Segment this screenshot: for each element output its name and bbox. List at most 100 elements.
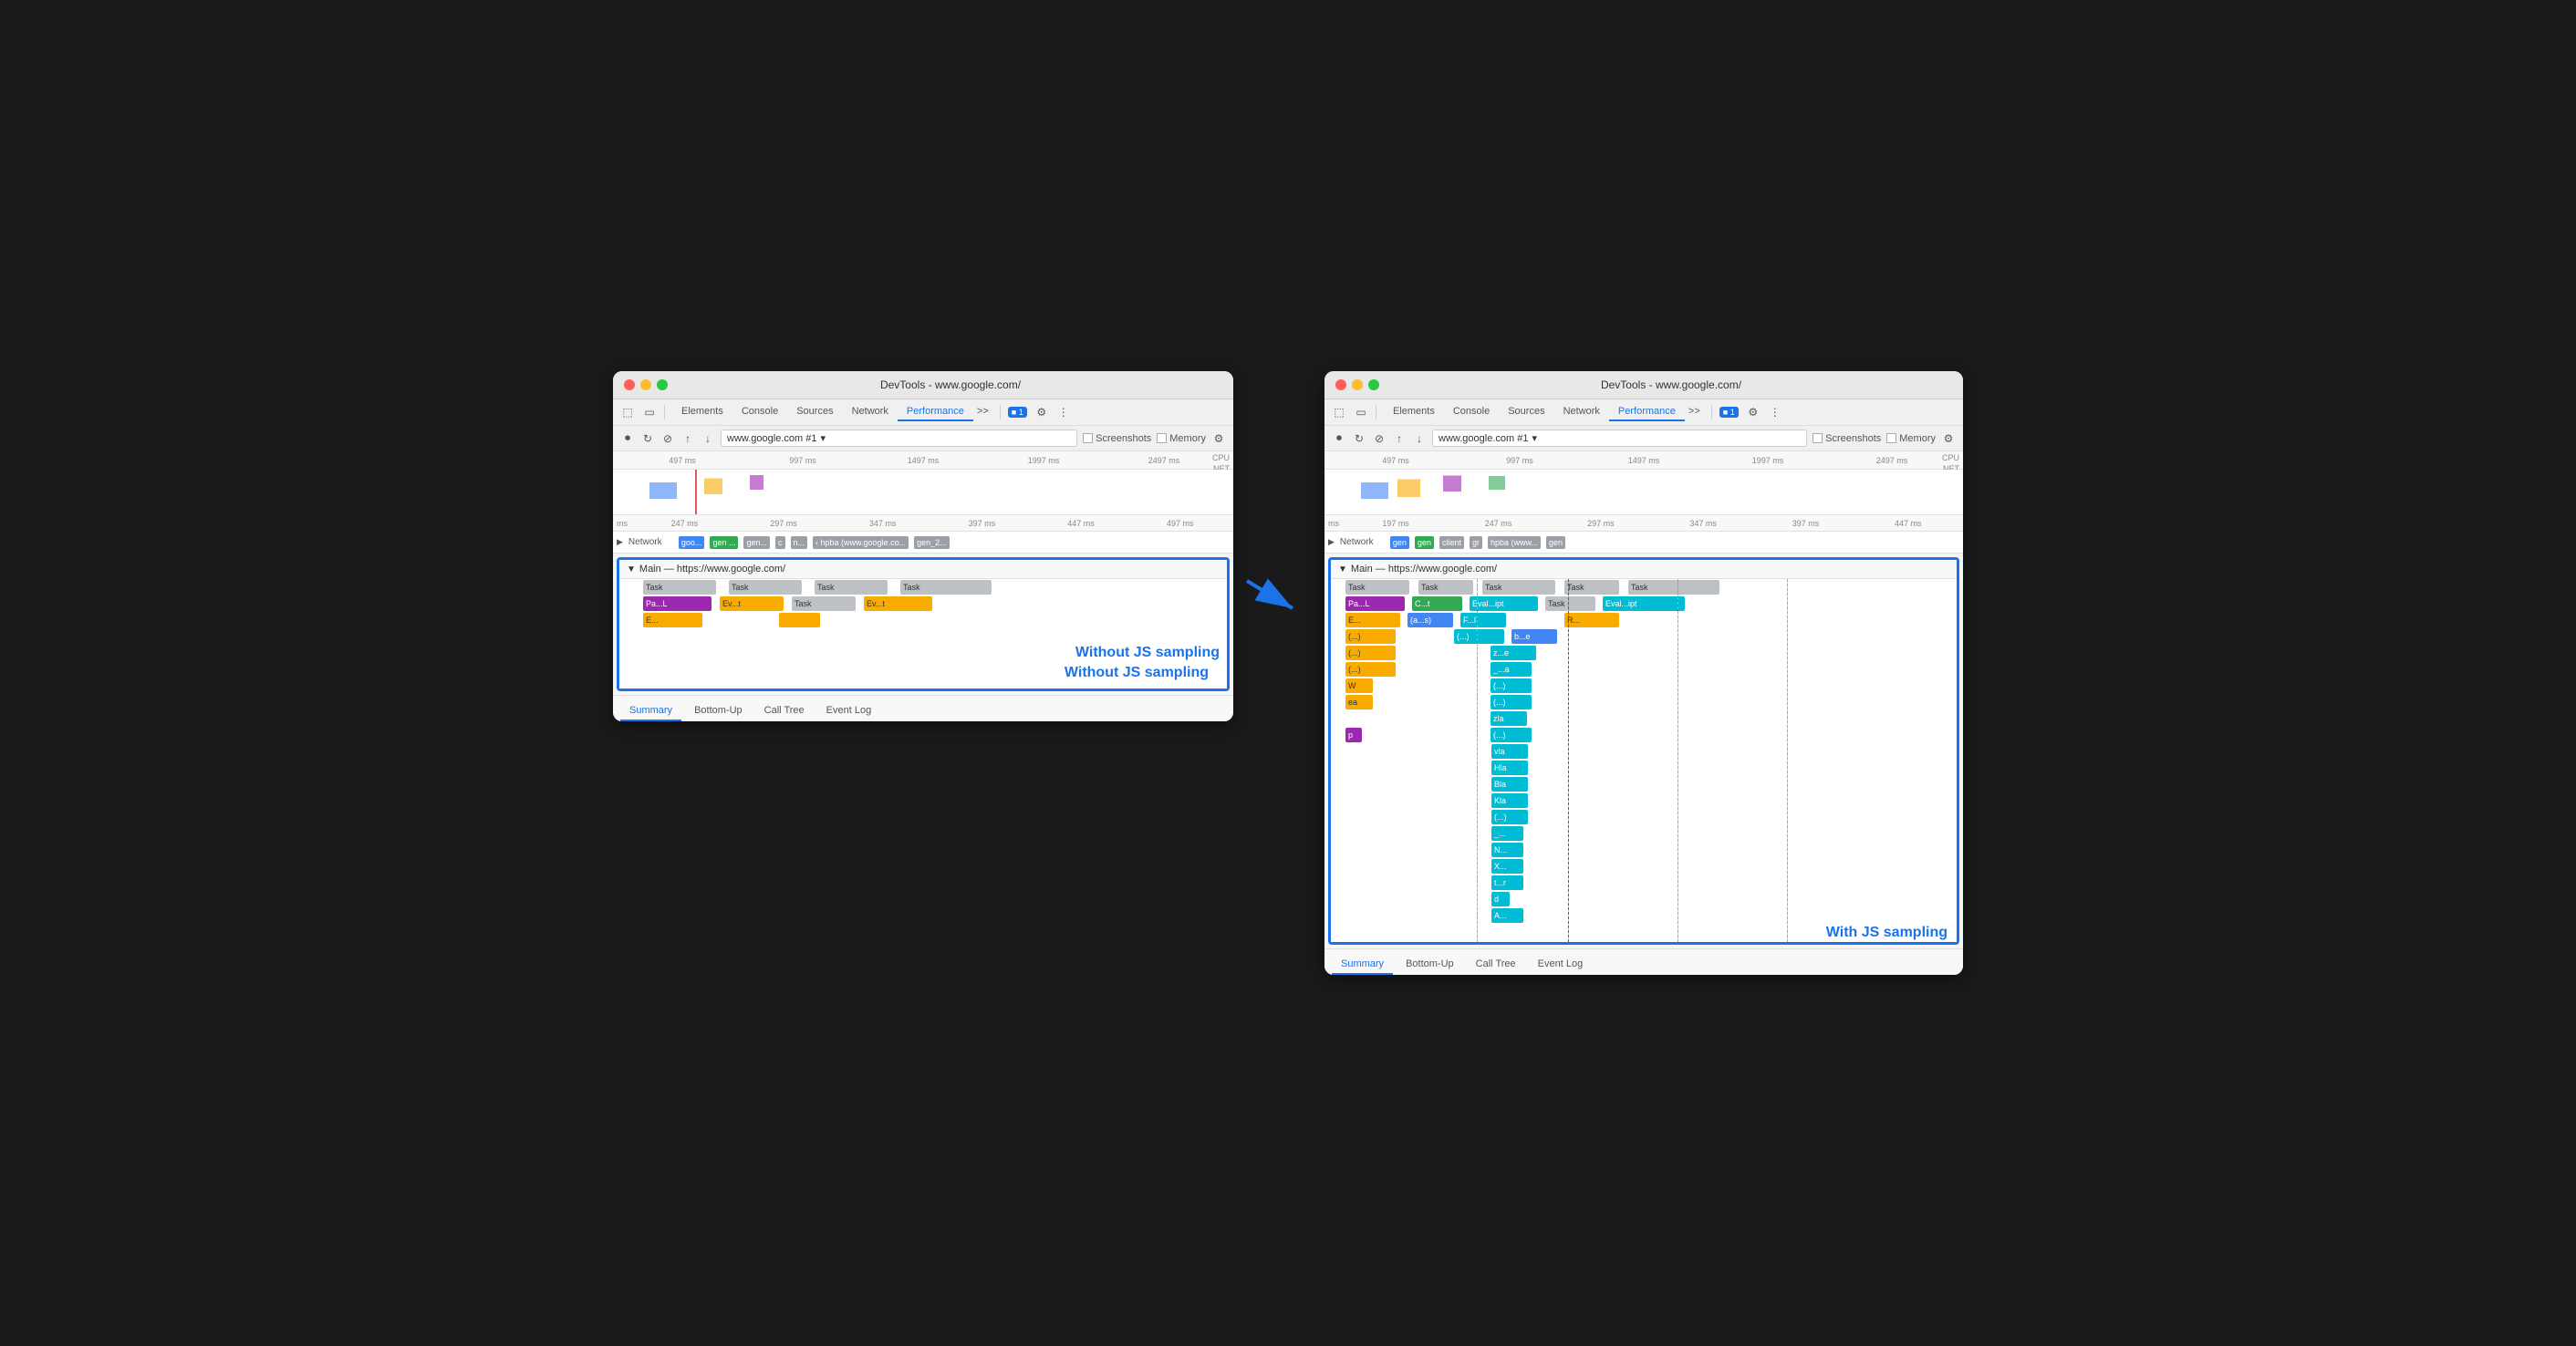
ruler-ms-4: 397 ms: [932, 519, 1032, 528]
tab-event-log-right[interactable]: Event Log: [1529, 955, 1593, 975]
mobile-icon[interactable]: ▭: [642, 405, 657, 419]
tab-summary-left[interactable]: Summary: [620, 701, 681, 721]
net-chip-gen: gen ...: [710, 536, 738, 549]
right-collapse-arrow[interactable]: ▼: [1338, 564, 1347, 575]
right-record-icon[interactable]: ⏺: [1332, 431, 1346, 446]
tab-summary-right[interactable]: Summary: [1332, 955, 1393, 975]
tab-call-tree-left[interactable]: Call Tree: [755, 701, 814, 721]
tab-elements[interactable]: Elements: [672, 403, 732, 421]
right-flame-row-14: Kla: [1331, 792, 1957, 809]
right-flame-row-2: Pa...L C...t Eval...ipt Task Eval...ipt: [1331, 595, 1957, 612]
tab-bottom-up-left[interactable]: Bottom-Up: [685, 701, 752, 721]
collapse-arrow[interactable]: ▼: [627, 564, 636, 575]
right-minimize-button[interactable]: [1352, 379, 1363, 390]
right-screenshots-label: Screenshots: [1825, 433, 1881, 444]
settings-icon[interactable]: ⚙: [1211, 431, 1226, 446]
right-net-chip-gr: gr: [1470, 536, 1482, 549]
right-tab-performance[interactable]: Performance: [1609, 403, 1685, 421]
right-flame-chart[interactable]: Task Task Task Task Task Pa...L C...t: [1331, 579, 1957, 942]
tab-network[interactable]: Network: [843, 403, 898, 421]
right-cursor-icon[interactable]: ⬚: [1332, 405, 1346, 419]
tab-call-tree-right[interactable]: Call Tree: [1467, 955, 1525, 975]
right-more-icon[interactable]: ⋮: [1768, 405, 1782, 419]
r-paren3: (...): [1345, 646, 1396, 660]
download-icon[interactable]: ↓: [701, 431, 715, 446]
right-tab-network[interactable]: Network: [1554, 403, 1609, 421]
right-memory-label: Memory: [1899, 433, 1936, 444]
right-tab-elements[interactable]: Elements: [1384, 403, 1444, 421]
right-timeline-mini[interactable]: [1324, 470, 1963, 514]
tab-sources[interactable]: Sources: [787, 403, 842, 421]
right-clear-icon[interactable]: ⊘: [1372, 431, 1387, 446]
left-timeline-mini[interactable]: [613, 470, 1233, 514]
reload-icon[interactable]: ↻: [640, 431, 655, 446]
right-second-ruler: ms 197 ms 247 ms 297 ms 347 ms 397 ms 44…: [1324, 515, 1963, 532]
net-chip-c: c: [775, 536, 785, 549]
r-paren4: (...): [1345, 662, 1396, 677]
r-be: b...e: [1511, 629, 1557, 644]
right-mini-bar-3: [1443, 471, 1461, 492]
eval-block-2: Ev...t: [864, 596, 932, 611]
right-tick-5: 2497 ms: [1830, 456, 1954, 465]
more-tabs-button[interactable]: >>: [973, 404, 992, 420]
tab-performance[interactable]: Performance: [898, 403, 973, 421]
r-kla: Kla: [1491, 793, 1528, 808]
cpu-label: CPU: [1212, 453, 1230, 462]
left-devtools-window: DevTools - www.google.com/ ⬚ ▭ Elements …: [613, 371, 1233, 721]
r-paren6: (...): [1491, 695, 1532, 709]
r-pal: Pa...L: [1345, 596, 1405, 611]
sep-2: [1000, 405, 1001, 419]
record-icon[interactable]: ⏺: [620, 431, 635, 446]
left-traffic-lights: [624, 379, 668, 390]
right-upload-icon[interactable]: ↑: [1392, 431, 1407, 446]
upload-icon[interactable]: ↑: [680, 431, 695, 446]
left-url-bar: www.google.com #1 ▾: [721, 430, 1077, 447]
right-flame-row-15: (...): [1331, 809, 1957, 825]
right-gear-icon[interactable]: ⚙: [1746, 405, 1761, 419]
r-paren2: (...): [1454, 629, 1504, 644]
r-hla: Hla: [1491, 761, 1528, 775]
tab-console[interactable]: Console: [732, 403, 787, 421]
right-more-tabs-button[interactable]: >>: [1685, 404, 1704, 420]
right-memory-checkbox[interactable]: [1886, 433, 1896, 443]
right-flame-row-tasks: Task Task Task Task Task: [1331, 579, 1957, 595]
tab-event-log-left[interactable]: Event Log: [817, 701, 881, 721]
right-ruler-ms-4: 347 ms: [1652, 519, 1754, 528]
tick-5: 2497 ms: [1104, 456, 1224, 465]
right-tab-sources[interactable]: Sources: [1499, 403, 1553, 421]
r-task-2: Task: [1418, 580, 1473, 595]
maximize-button[interactable]: [657, 379, 668, 390]
right-tab-console[interactable]: Console: [1444, 403, 1499, 421]
tab-bottom-up-right[interactable]: Bottom-Up: [1397, 955, 1463, 975]
clear-icon[interactable]: ⊘: [660, 431, 675, 446]
right-tick-1: 497 ms: [1334, 456, 1458, 465]
left-flame-chart[interactable]: Task Task Task Task Pa...L Ev...t Task: [619, 579, 1227, 689]
main-header-text: Main — https://www.google.com/: [639, 564, 785, 575]
more-icon[interactable]: ⋮: [1056, 405, 1071, 419]
cursor-icon[interactable]: ⬚: [620, 405, 635, 419]
right-screenshots-checkbox[interactable]: [1813, 433, 1823, 443]
right-close-button[interactable]: [1335, 379, 1346, 390]
right-download-icon[interactable]: ↓: [1412, 431, 1427, 446]
right-expand-arrow[interactable]: ▶: [1328, 537, 1335, 547]
parse-block: Pa...L: [643, 596, 712, 611]
minimize-button[interactable]: [640, 379, 651, 390]
expand-arrow[interactable]: ▶: [617, 537, 623, 547]
url-dropdown[interactable]: ▾: [820, 432, 826, 444]
r-n: N...: [1491, 843, 1523, 857]
right-net-chip-gen4: gen: [1546, 536, 1565, 549]
right-url-dropdown[interactable]: ▾: [1532, 432, 1537, 444]
right-mobile-icon[interactable]: ▭: [1354, 405, 1368, 419]
gear-icon[interactable]: ⚙: [1034, 405, 1049, 419]
right-settings-icon[interactable]: ⚙: [1941, 431, 1956, 446]
e-block: E...: [643, 613, 702, 627]
right-reload-icon[interactable]: ↻: [1352, 431, 1366, 446]
memory-checkbox[interactable]: [1157, 433, 1167, 443]
memory-checkbox-label: Memory: [1157, 433, 1206, 444]
right-maximize-button[interactable]: [1368, 379, 1379, 390]
close-button[interactable]: [624, 379, 635, 390]
right-cpu-label: CPU: [1942, 453, 1959, 462]
right-flame-row-20: d: [1331, 891, 1957, 907]
r-w: W: [1345, 678, 1373, 693]
screenshots-checkbox[interactable]: [1083, 433, 1093, 443]
